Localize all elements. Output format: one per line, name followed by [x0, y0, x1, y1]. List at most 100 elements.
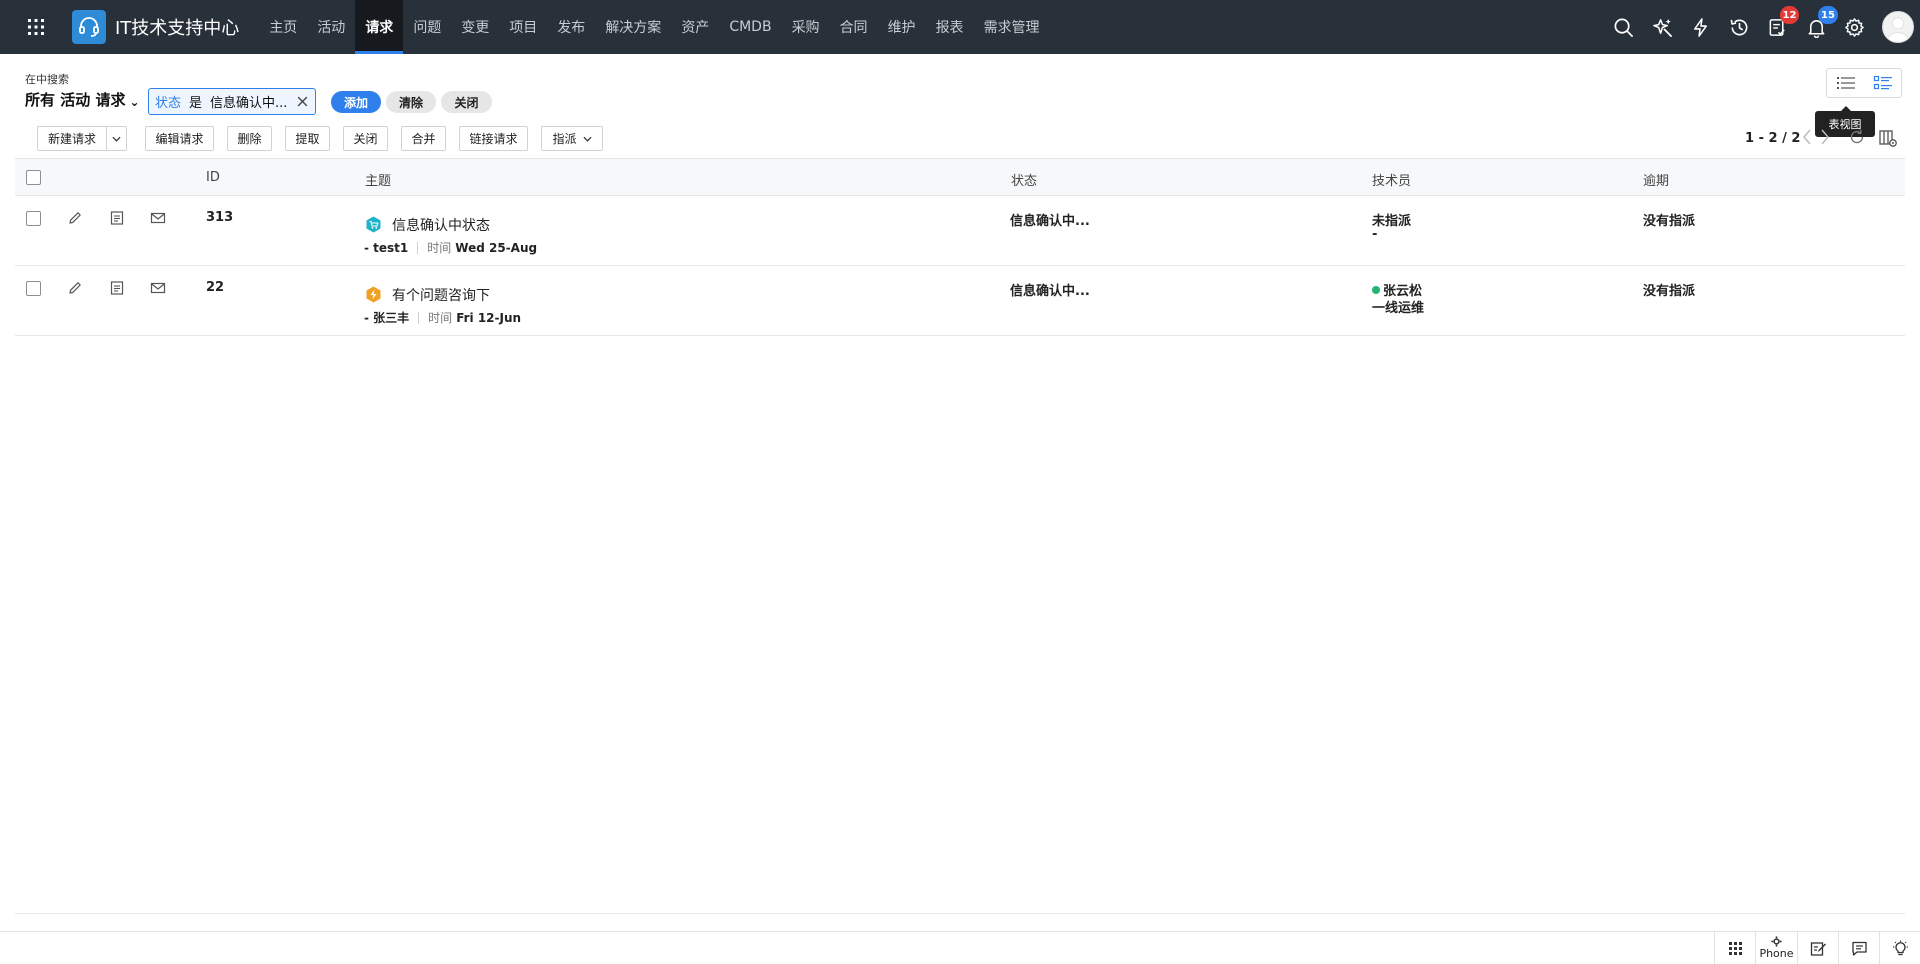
add-filter-button[interactable]: 添加 — [331, 91, 381, 113]
close-filter-button[interactable]: 关闭 — [441, 91, 492, 113]
refresh-icon[interactable] — [1849, 129, 1865, 145]
table-view-button[interactable] — [1864, 69, 1901, 97]
apps-footer-button[interactable] — [1714, 932, 1755, 964]
tab-solutions[interactable]: 解决方案 — [595, 0, 671, 54]
brand[interactable]: IT技术支持中心 — [72, 0, 239, 54]
tab-purchase[interactable]: 采购 — [782, 0, 830, 54]
settings-button[interactable] — [1836, 0, 1875, 54]
new-request-dropdown[interactable] — [106, 126, 127, 151]
shopping-cart-icon — [365, 216, 382, 233]
column-header-technician[interactable]: 技术员 — [1372, 170, 1411, 189]
phone-label: Phone — [1759, 947, 1793, 960]
tab-problems[interactable]: 问题 — [403, 0, 451, 54]
close-icon[interactable] — [296, 95, 309, 108]
chip-value: 信息确认中... — [210, 92, 287, 111]
user-avatar[interactable] — [1882, 11, 1914, 43]
request-meta: - 张三丰 时间 Fri 12-Jun — [364, 309, 521, 326]
main-nav: 主页 活动 请求 问题 变更 项目 发布 解决方案 资产 CMDB 采购 合同 … — [259, 0, 1049, 54]
recent-items-button[interactable] — [1720, 0, 1759, 54]
notes-icon[interactable] — [109, 210, 125, 226]
request-meta: - test1 时间 Wed 25-Aug — [364, 239, 537, 256]
tips-footer-button[interactable] — [1879, 932, 1920, 964]
select-all-checkbox[interactable] — [26, 170, 41, 185]
tab-changes[interactable]: 变更 — [451, 0, 499, 54]
merge-button[interactable]: 合并 — [401, 126, 446, 151]
quick-create-button[interactable] — [1643, 0, 1682, 54]
tab-activities[interactable]: 活动 — [307, 0, 355, 54]
close-request-button[interactable]: 关闭 — [343, 126, 388, 151]
notes-icon[interactable] — [109, 280, 125, 296]
dial-pad-icon — [1727, 940, 1744, 957]
request-status[interactable]: 信息确认中... — [1010, 210, 1090, 229]
tab-demand-management[interactable]: 需求管理 — [974, 0, 1050, 54]
assign-dropdown[interactable]: 指派 — [541, 126, 603, 151]
requests-table: ID 主题 状态 技术员 逾期 313 信息确认中状态 - test1 — [15, 158, 1905, 336]
link-request-button[interactable]: 链接请求 — [459, 126, 528, 151]
column-header-subject[interactable]: 主题 — [365, 170, 391, 189]
column-header-status[interactable]: 状态 — [1011, 170, 1037, 189]
quick-actions-button[interactable] — [1682, 0, 1721, 54]
edit-icon[interactable] — [67, 210, 83, 226]
tasks-button[interactable]: 12 — [1759, 0, 1798, 54]
request-subject-link[interactable]: 有个问题咨询下 — [392, 285, 490, 305]
tab-releases[interactable]: 发布 — [547, 0, 595, 54]
pickup-button[interactable]: 提取 — [285, 126, 330, 151]
due-by: 没有指派 — [1643, 280, 1695, 299]
row-checkbox[interactable] — [26, 211, 41, 226]
list-icon — [1836, 75, 1856, 91]
tab-requests[interactable]: 请求 — [355, 0, 403, 54]
row-checkbox[interactable] — [26, 281, 41, 296]
request-status[interactable]: 信息确认中... — [1010, 280, 1090, 299]
notifications-button[interactable]: 15 — [1797, 0, 1836, 54]
list-view-button[interactable] — [1827, 69, 1864, 97]
requester-name: - test1 — [364, 241, 408, 255]
search-button[interactable] — [1605, 0, 1644, 54]
mail-icon[interactable] — [150, 280, 166, 296]
time-label: 时间 — [427, 239, 451, 256]
edit-icon[interactable] — [67, 280, 83, 296]
divider — [418, 312, 419, 324]
mail-icon[interactable] — [150, 210, 166, 226]
tab-maintenance[interactable]: 维护 — [878, 0, 926, 54]
technician-label: 未指派 — [1372, 210, 1411, 229]
new-request-button[interactable]: 新建请求 — [37, 126, 106, 151]
status-filter-chip[interactable]: 状态 是 信息确认中... — [148, 88, 316, 115]
pagination-info: 1 - 2 / 2 — [1745, 131, 1800, 146]
tab-contracts[interactable]: 合同 — [830, 0, 878, 54]
app-launcher-button[interactable] — [0, 0, 72, 54]
column-settings-icon[interactable] — [1879, 129, 1897, 147]
created-time: Fri 12-Jun — [456, 311, 521, 325]
incident-icon — [365, 286, 382, 303]
new-request-split-button: 新建请求 — [37, 126, 127, 151]
view-selector[interactable]: 所有 活动 请求 ⌄ — [25, 89, 140, 110]
tab-assets[interactable]: 资产 — [671, 0, 719, 54]
history-icon — [1729, 17, 1750, 38]
column-header-due[interactable]: 逾期 — [1643, 170, 1669, 189]
due-by: 没有指派 — [1643, 210, 1695, 229]
chat-footer-button[interactable] — [1838, 932, 1879, 964]
magic-wand-icon — [1652, 17, 1673, 38]
tab-cmdb[interactable]: CMDB — [719, 0, 781, 54]
chevron-right-icon[interactable] — [1818, 128, 1832, 146]
request-id[interactable]: 22 — [206, 280, 224, 295]
top-navbar: IT技术支持中心 主页 活动 请求 问题 变更 项目 发布 解决方案 资产 CM… — [0, 0, 1920, 54]
table-row[interactable]: 313 信息确认中状态 - test1 时间 Wed 25-Aug 信息确认中.… — [15, 196, 1905, 266]
lightbulb-icon — [1892, 940, 1909, 957]
assign-label: 指派 — [552, 130, 576, 147]
chevron-left-icon[interactable] — [1800, 128, 1814, 146]
table-row[interactable]: 22 有个问题咨询下 - 张三丰 时间 Fri 12-Jun 信息确认中... … — [15, 266, 1905, 336]
notes-footer-button[interactable] — [1797, 932, 1838, 964]
column-header-id[interactable]: ID — [206, 170, 220, 185]
technician-name[interactable]: 未指派 — [1372, 210, 1411, 229]
phone-button[interactable]: Phone — [1755, 932, 1797, 964]
tab-reports[interactable]: 报表 — [926, 0, 974, 54]
delete-button[interactable]: 删除 — [227, 126, 272, 151]
request-subject-link[interactable]: 信息确认中状态 — [392, 215, 490, 235]
clear-filter-button[interactable]: 清除 — [386, 91, 436, 113]
request-id[interactable]: 313 — [206, 210, 233, 225]
edit-request-button[interactable]: 编辑请求 — [145, 126, 214, 151]
gear-icon — [1771, 936, 1782, 947]
tab-home[interactable]: 主页 — [259, 0, 307, 54]
search-icon — [1613, 17, 1634, 38]
tab-projects[interactable]: 项目 — [499, 0, 547, 54]
